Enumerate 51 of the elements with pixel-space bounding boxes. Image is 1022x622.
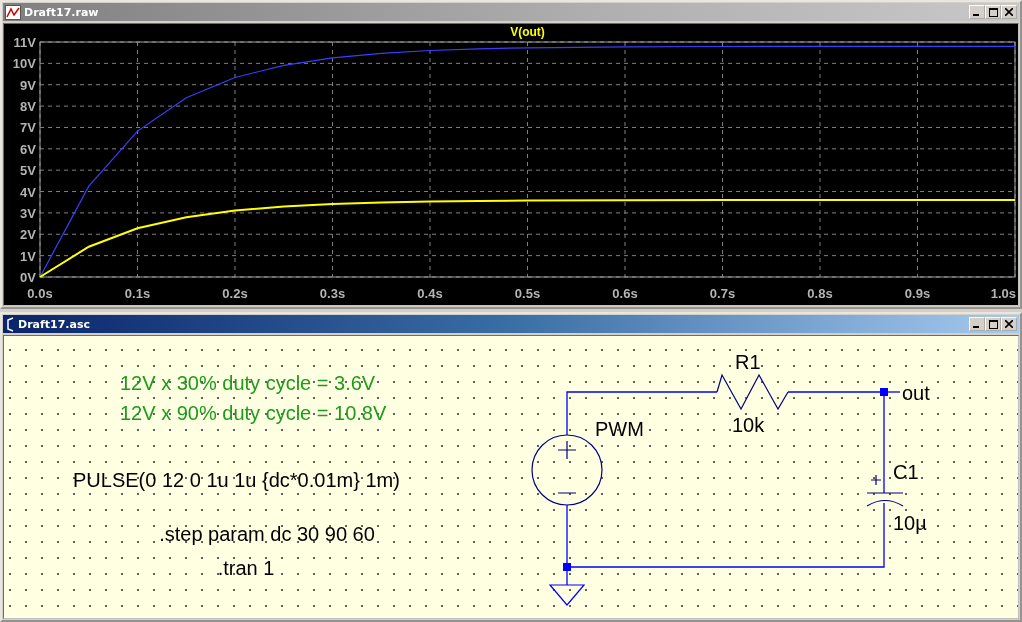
close-icon bbox=[1005, 320, 1013, 328]
spice-directive-text: .step param dc 30 90 60 bbox=[159, 523, 375, 545]
voltage-source-symbol bbox=[531, 434, 603, 506]
y-tick-label: 11V bbox=[13, 35, 36, 50]
x-tick-label: 0.0s bbox=[27, 286, 53, 301]
y-tick-label: 7V bbox=[20, 120, 36, 136]
waveform-icon bbox=[5, 4, 21, 20]
y-tick-label: 6V bbox=[20, 141, 36, 157]
minimize-button[interactable] bbox=[969, 317, 985, 331]
maximize-icon bbox=[988, 319, 998, 329]
x-tick-label: 0.6s bbox=[612, 286, 638, 301]
spice-directive-text: .tran 1 bbox=[217, 557, 275, 579]
component-value: 10k bbox=[732, 414, 765, 436]
y-tick-label: 5V bbox=[20, 163, 36, 179]
x-tick-label: 0.1s bbox=[124, 286, 151, 301]
y-tick-label: 0V bbox=[20, 270, 36, 285]
x-tick-label: 0.3s bbox=[319, 286, 346, 301]
maximize-button[interactable] bbox=[985, 5, 1001, 19]
spice-directive-text: 12V x 30% duty cycle = 3.6V bbox=[120, 372, 376, 394]
maximize-button[interactable] bbox=[985, 317, 1001, 331]
net-label: out bbox=[902, 382, 930, 404]
ground-icon bbox=[548, 584, 586, 606]
window-title: Draft17.asc bbox=[18, 317, 91, 331]
spice-directive-text: PULSE(0 12 0 1u 1u {dc*0.01m} 1m) bbox=[73, 469, 400, 491]
close-button[interactable] bbox=[1001, 317, 1017, 331]
wire bbox=[887, 391, 901, 393]
x-tick-label: 0.8s bbox=[807, 286, 833, 301]
x-tick-label: 0.5s bbox=[514, 286, 541, 301]
y-tick-label: 3V bbox=[20, 205, 36, 221]
component-name: R1 bbox=[735, 351, 761, 373]
y-tick-label: 9V bbox=[20, 77, 36, 93]
minimize-button[interactable] bbox=[969, 5, 985, 19]
spice-directive-text: 12V x 90% duty cycle = 10.8V bbox=[120, 402, 387, 424]
x-tick-label: 0.4s bbox=[417, 286, 443, 301]
component-value: 10µ bbox=[893, 512, 927, 534]
close-button[interactable] bbox=[1001, 5, 1017, 19]
y-tick-label: 2V bbox=[20, 227, 36, 243]
chart-title: V(out) bbox=[510, 25, 545, 39]
y-tick-label: 1V bbox=[20, 248, 36, 264]
maximize-icon bbox=[988, 7, 998, 17]
component-name: C1 bbox=[893, 461, 919, 483]
x-tick-label: 1.0s bbox=[990, 286, 1016, 301]
x-tick-label: 0.7s bbox=[709, 286, 736, 301]
x-tick-label: 0.2s bbox=[222, 286, 248, 301]
y-tick-label: 4V bbox=[20, 184, 36, 200]
x-tick-label: 0.9s bbox=[904, 286, 931, 301]
y-tick-label: 10V bbox=[12, 56, 36, 72]
window-title: Draft17.raw bbox=[24, 5, 100, 19]
close-icon bbox=[1005, 8, 1013, 16]
y-tick-label: 8V bbox=[20, 99, 36, 115]
component-name: PWM bbox=[595, 418, 644, 440]
